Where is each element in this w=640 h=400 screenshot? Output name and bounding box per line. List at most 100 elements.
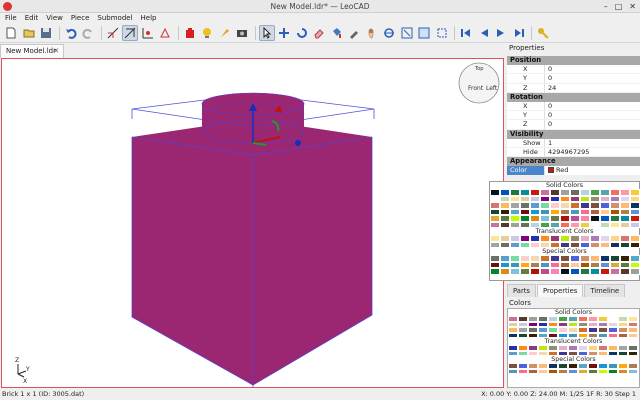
new-icon[interactable] [3, 25, 19, 41]
light-icon[interactable] [199, 25, 215, 41]
snap-move-icon[interactable] [140, 25, 156, 41]
rotation-x-value[interactable]: 0 [544, 101, 640, 111]
color-swatch-cell[interactable] [630, 221, 640, 228]
color-swatch-cell[interactable] [618, 350, 628, 356]
rotation-y-value[interactable]: 0 [544, 111, 640, 120]
color-swatch-cell[interactable] [490, 241, 500, 248]
visibility-section[interactable]: Visibility [507, 129, 640, 139]
close-tab-icon[interactable]: ✕ [53, 45, 59, 58]
color-swatch-cell[interactable] [620, 221, 630, 228]
color-swatch-cell[interactable] [508, 332, 518, 338]
color-swatch-cell[interactable] [568, 368, 578, 374]
color-picker-icon[interactable] [346, 25, 362, 41]
document-tab[interactable]: New Model.ldr ✕ [0, 44, 64, 58]
visibility-hide-value[interactable]: 4294967295 [544, 148, 640, 157]
color-swatch-cell[interactable] [610, 241, 620, 248]
color-swatch-cell[interactable] [548, 368, 558, 374]
snap-icon[interactable] [105, 25, 121, 41]
popup-translucent-grid[interactable] [490, 235, 640, 248]
color-picker-popup[interactable]: Solid Colors Translucent Colors Special … [489, 181, 640, 281]
color-swatch-cell[interactable] [530, 241, 540, 248]
color-swatch-cell[interactable] [558, 368, 568, 374]
color-swatch-cell[interactable] [510, 221, 520, 228]
brick-icon[interactable] [157, 25, 173, 41]
zoom-region-icon[interactable] [434, 25, 450, 41]
colors-list[interactable]: Solid Colors Translucent Colors Special … [507, 308, 640, 388]
move-icon[interactable] [276, 25, 292, 41]
zoom-icon[interactable] [399, 25, 415, 41]
menu-edit[interactable]: Edit [25, 13, 39, 24]
color-swatch-cell[interactable] [528, 332, 538, 338]
color-swatch-cell[interactable] [508, 368, 518, 374]
color-swatch-cell[interactable] [590, 241, 600, 248]
color-swatch-cell[interactable] [600, 221, 610, 228]
color-swatch-cell[interactable] [598, 368, 608, 374]
appearance-section[interactable]: Appearance [507, 157, 640, 167]
color-swatch-cell[interactable] [600, 268, 610, 275]
color-swatch-cell[interactable] [590, 268, 600, 275]
color-swatch-cell[interactable] [580, 268, 590, 275]
color-swatch-cell[interactable] [610, 221, 620, 228]
color-swatch-cell[interactable] [518, 332, 528, 338]
color-swatch-cell[interactable] [628, 368, 638, 374]
save-icon[interactable] [38, 25, 54, 41]
rotation-z-value[interactable]: 0 [544, 120, 640, 129]
position-x-value[interactable]: 0 [544, 65, 640, 74]
redo-icon[interactable] [80, 25, 96, 41]
color-swatch-cell[interactable] [500, 268, 510, 275]
red-brick-1x1[interactable] [131, 92, 373, 386]
color-swatch-cell[interactable] [600, 241, 610, 248]
tab-properties[interactable]: Properties [536, 284, 584, 297]
colors-special-grid[interactable] [508, 363, 639, 374]
previous-step-icon[interactable] [476, 25, 492, 41]
color-swatch-cell[interactable] [570, 268, 580, 275]
color-swatch-cell[interactable] [608, 350, 618, 356]
color-swatch-cell[interactable] [560, 268, 570, 275]
color-swatch-cell[interactable] [528, 368, 538, 374]
position-y-value[interactable]: 0 [544, 74, 640, 83]
next-step-icon[interactable] [493, 25, 509, 41]
3d-viewport[interactable]: Front Left Top Z Y X [1, 58, 504, 388]
insert-piece-icon[interactable] [182, 25, 198, 41]
spotlight-icon[interactable] [217, 25, 233, 41]
key-icon[interactable] [535, 25, 551, 41]
colors-solid-grid[interactable] [508, 316, 639, 338]
color-swatch-cell[interactable] [500, 241, 510, 248]
color-swatch-cell[interactable] [518, 368, 528, 374]
colors-translucent-grid[interactable] [508, 345, 639, 356]
color-row[interactable]: Color Red [507, 166, 640, 176]
color-swatch-cell[interactable] [608, 332, 618, 338]
color-swatch-cell[interactable] [578, 368, 588, 374]
first-step-icon[interactable] [458, 25, 474, 41]
rotate-icon[interactable] [294, 25, 310, 41]
color-swatch-cell[interactable] [510, 268, 520, 275]
paint-icon[interactable] [329, 25, 345, 41]
menu-submodel[interactable]: Submodel [97, 13, 132, 24]
open-icon[interactable] [21, 25, 37, 41]
color-swatch-cell[interactable] [630, 268, 640, 275]
menu-file[interactable]: File [5, 13, 17, 24]
rotate-view-icon[interactable] [381, 25, 397, 41]
color-swatch-cell[interactable] [540, 268, 550, 275]
position-z-value[interactable]: 24 [544, 83, 640, 92]
minimize-button[interactable]: – [604, 2, 608, 11]
color-swatch-cell[interactable] [520, 241, 530, 248]
color-swatch-cell[interactable] [628, 350, 638, 356]
color-swatch-cell[interactable] [618, 368, 628, 374]
color-swatch-cell[interactable] [490, 221, 500, 228]
color-swatch-cell[interactable] [520, 268, 530, 275]
position-section[interactable]: Position [507, 56, 640, 65]
popup-special-grid[interactable] [490, 255, 640, 275]
color-swatch-cell[interactable] [490, 268, 500, 275]
pan-icon[interactable] [364, 25, 380, 41]
tab-parts[interactable]: Parts [507, 284, 536, 297]
maximize-button[interactable]: □ [615, 2, 623, 11]
menu-help[interactable]: Help [141, 13, 157, 24]
color-swatch-cell[interactable] [538, 350, 548, 356]
camera-icon[interactable] [234, 25, 250, 41]
snap-angle-icon[interactable] [122, 25, 138, 41]
zoom-extents-icon[interactable] [416, 25, 432, 41]
popup-solid-grid[interactable] [490, 189, 640, 228]
color-swatch-cell[interactable] [550, 268, 560, 275]
color-swatch-cell[interactable] [618, 332, 628, 338]
